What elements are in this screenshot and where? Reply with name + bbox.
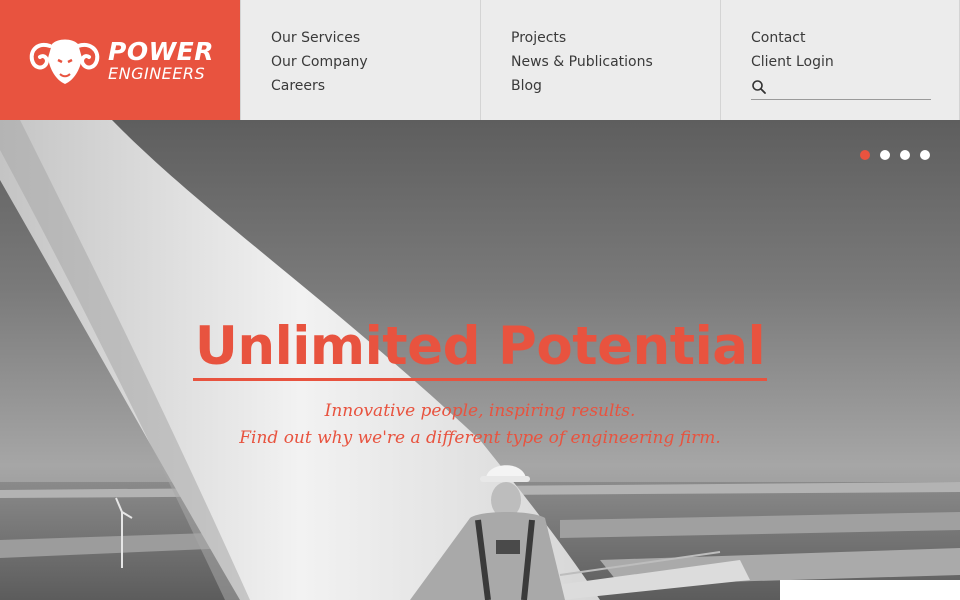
logo[interactable]: POWER ENGINEERS — [0, 0, 240, 120]
slide-dot-2[interactable] — [880, 150, 890, 160]
logo-line2: ENGINEERS — [108, 63, 206, 83]
site-header: POWER ENGINEERS Our Services Our Company… — [0, 0, 960, 120]
slide-indicators — [860, 150, 930, 160]
nav-contact[interactable]: Contact — [751, 26, 959, 50]
logo-line1: POWER — [108, 36, 214, 66]
ram-head-icon — [29, 39, 100, 84]
nav-column-3: Contact Client Login — [720, 0, 960, 120]
slide-dot-3[interactable] — [900, 150, 910, 160]
nav-news-publications[interactable]: News & Publications — [511, 50, 720, 74]
nav-blog[interactable]: Blog — [511, 74, 720, 98]
search-icon[interactable] — [751, 79, 767, 95]
nav-our-company[interactable]: Our Company — [271, 50, 480, 74]
hero-title-wrap: Unlimited Potential — [0, 316, 960, 381]
logo-text: POWER ENGINEERS — [108, 39, 214, 82]
hero-title[interactable]: Unlimited Potential — [192, 316, 768, 381]
slide-dot-4[interactable] — [920, 150, 930, 160]
hero-subtitle-line2: Find out why we're a different type of e… — [239, 428, 721, 448]
nav-column-1: Our Services Our Company Careers — [240, 0, 480, 120]
nav-projects[interactable]: Projects — [511, 26, 720, 50]
hero-subtitle: Innovative people, inspiring results. Fi… — [0, 398, 960, 452]
nav-our-services[interactable]: Our Services — [271, 26, 480, 50]
search-bar — [751, 74, 931, 100]
nav-client-login[interactable]: Client Login — [751, 50, 959, 74]
hero-subtitle-line1: Innovative people, inspiring results. — [324, 401, 636, 421]
slide-dot-1[interactable] — [860, 150, 870, 160]
hero-banner: Unlimited Potential Innovative people, i… — [0, 120, 960, 600]
corner-panel — [780, 580, 960, 600]
nav-column-2: Projects News & Publications Blog — [480, 0, 720, 120]
search-input[interactable] — [771, 76, 929, 98]
nav-careers[interactable]: Careers — [271, 74, 480, 98]
